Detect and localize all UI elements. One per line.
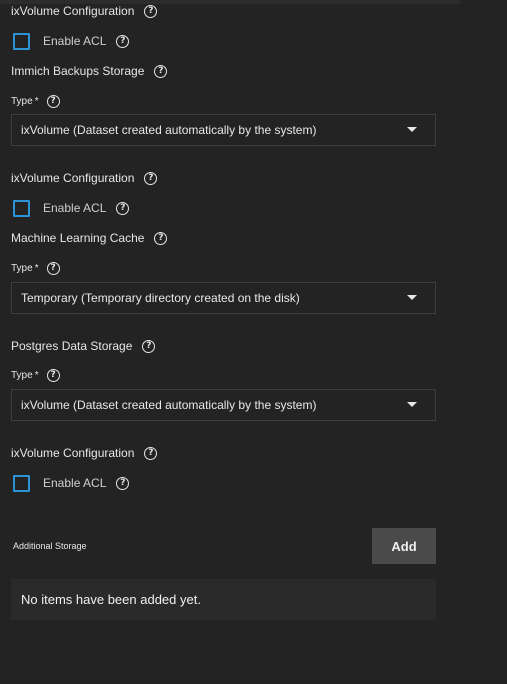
help-icon[interactable]: ? — [116, 476, 130, 490]
checkbox-icon[interactable] — [13, 32, 30, 50]
empty-list-text: No items have been added yet. — [21, 592, 201, 607]
ml-cache-type-select[interactable]: Temporary (Temporary directory created o… — [11, 282, 436, 314]
checkbox-icon[interactable] — [13, 474, 30, 492]
add-storage-button[interactable]: Add — [372, 528, 436, 564]
required-mark: * — [34, 262, 39, 274]
help-icon[interactable]: ? — [154, 64, 168, 78]
immich-backups-title-text: Immich Backups Storage — [11, 64, 145, 78]
help-icon[interactable]: ? — [154, 231, 168, 245]
postgres-title-text: Postgres Data Storage — [11, 339, 133, 353]
enable-acl-label-2: Enable ACL — [43, 201, 107, 215]
help-icon[interactable]: ? — [46, 94, 60, 108]
ixvolume-config-text-2: ixVolume Configuration — [11, 171, 135, 185]
enable-acl-checkbox-2[interactable]: Enable ACL ? — [13, 199, 130, 217]
help-icon[interactable]: ? — [46, 261, 60, 275]
postgres-title: Postgres Data Storage ? — [11, 338, 156, 354]
type-label-3: Type * ? — [11, 367, 60, 383]
ml-cache-title-text: Machine Learning Cache — [11, 231, 145, 245]
ixvolume-config-label-1: ixVolume Configuration ? — [11, 3, 158, 19]
additional-storage-text: Additional Storage — [13, 541, 87, 551]
ixvolume-config-text-3: ixVolume Configuration — [11, 446, 135, 460]
help-icon[interactable]: ? — [144, 446, 158, 460]
help-icon[interactable]: ? — [116, 201, 130, 215]
dropdown-arrow-icon[interactable] — [407, 127, 417, 132]
help-icon[interactable]: ? — [116, 34, 130, 48]
app-config-form: ixVolume Configuration ? Enable ACL ? Im… — [0, 0, 507, 684]
select-value: ixVolume (Dataset created automatically … — [21, 123, 317, 137]
required-mark: * — [34, 95, 39, 107]
checkbox-icon[interactable] — [13, 199, 30, 217]
select-value: ixVolume (Dataset created automatically … — [21, 398, 317, 412]
immich-backups-title: Immich Backups Storage ? — [11, 63, 168, 79]
immich-backups-type-select[interactable]: ixVolume (Dataset created automatically … — [11, 114, 436, 146]
help-icon[interactable]: ? — [142, 339, 156, 353]
enable-acl-label-1: Enable ACL — [43, 34, 107, 48]
ixvolume-config-label-3: ixVolume Configuration ? — [11, 445, 158, 461]
enable-acl-label-3: Enable ACL — [43, 476, 107, 490]
ixvolume-config-text-1: ixVolume Configuration — [11, 4, 135, 18]
enable-acl-checkbox-1[interactable]: Enable ACL ? — [13, 32, 130, 50]
ml-cache-title: Machine Learning Cache ? — [11, 230, 168, 246]
type-label-1: Type * ? — [11, 93, 60, 109]
help-icon[interactable]: ? — [144, 4, 158, 18]
postgres-type-select[interactable]: ixVolume (Dataset created automatically … — [11, 389, 436, 421]
type-label-text-3: Type — [11, 369, 33, 381]
dropdown-arrow-icon[interactable] — [407, 295, 417, 300]
help-icon[interactable]: ? — [144, 171, 158, 185]
empty-list-message: No items have been added yet. — [11, 579, 436, 620]
additional-storage-label: Additional Storage — [13, 538, 87, 554]
select-value: Temporary (Temporary directory created o… — [21, 291, 300, 305]
type-label-text-1: Type — [11, 95, 33, 107]
enable-acl-checkbox-3[interactable]: Enable ACL ? — [13, 474, 130, 492]
required-mark: * — [34, 369, 39, 381]
type-label-text-2: Type — [11, 262, 33, 274]
type-label-2: Type * ? — [11, 260, 60, 276]
help-icon[interactable]: ? — [46, 368, 60, 382]
dropdown-arrow-icon[interactable] — [407, 402, 417, 407]
ixvolume-config-label-2: ixVolume Configuration ? — [11, 170, 158, 186]
